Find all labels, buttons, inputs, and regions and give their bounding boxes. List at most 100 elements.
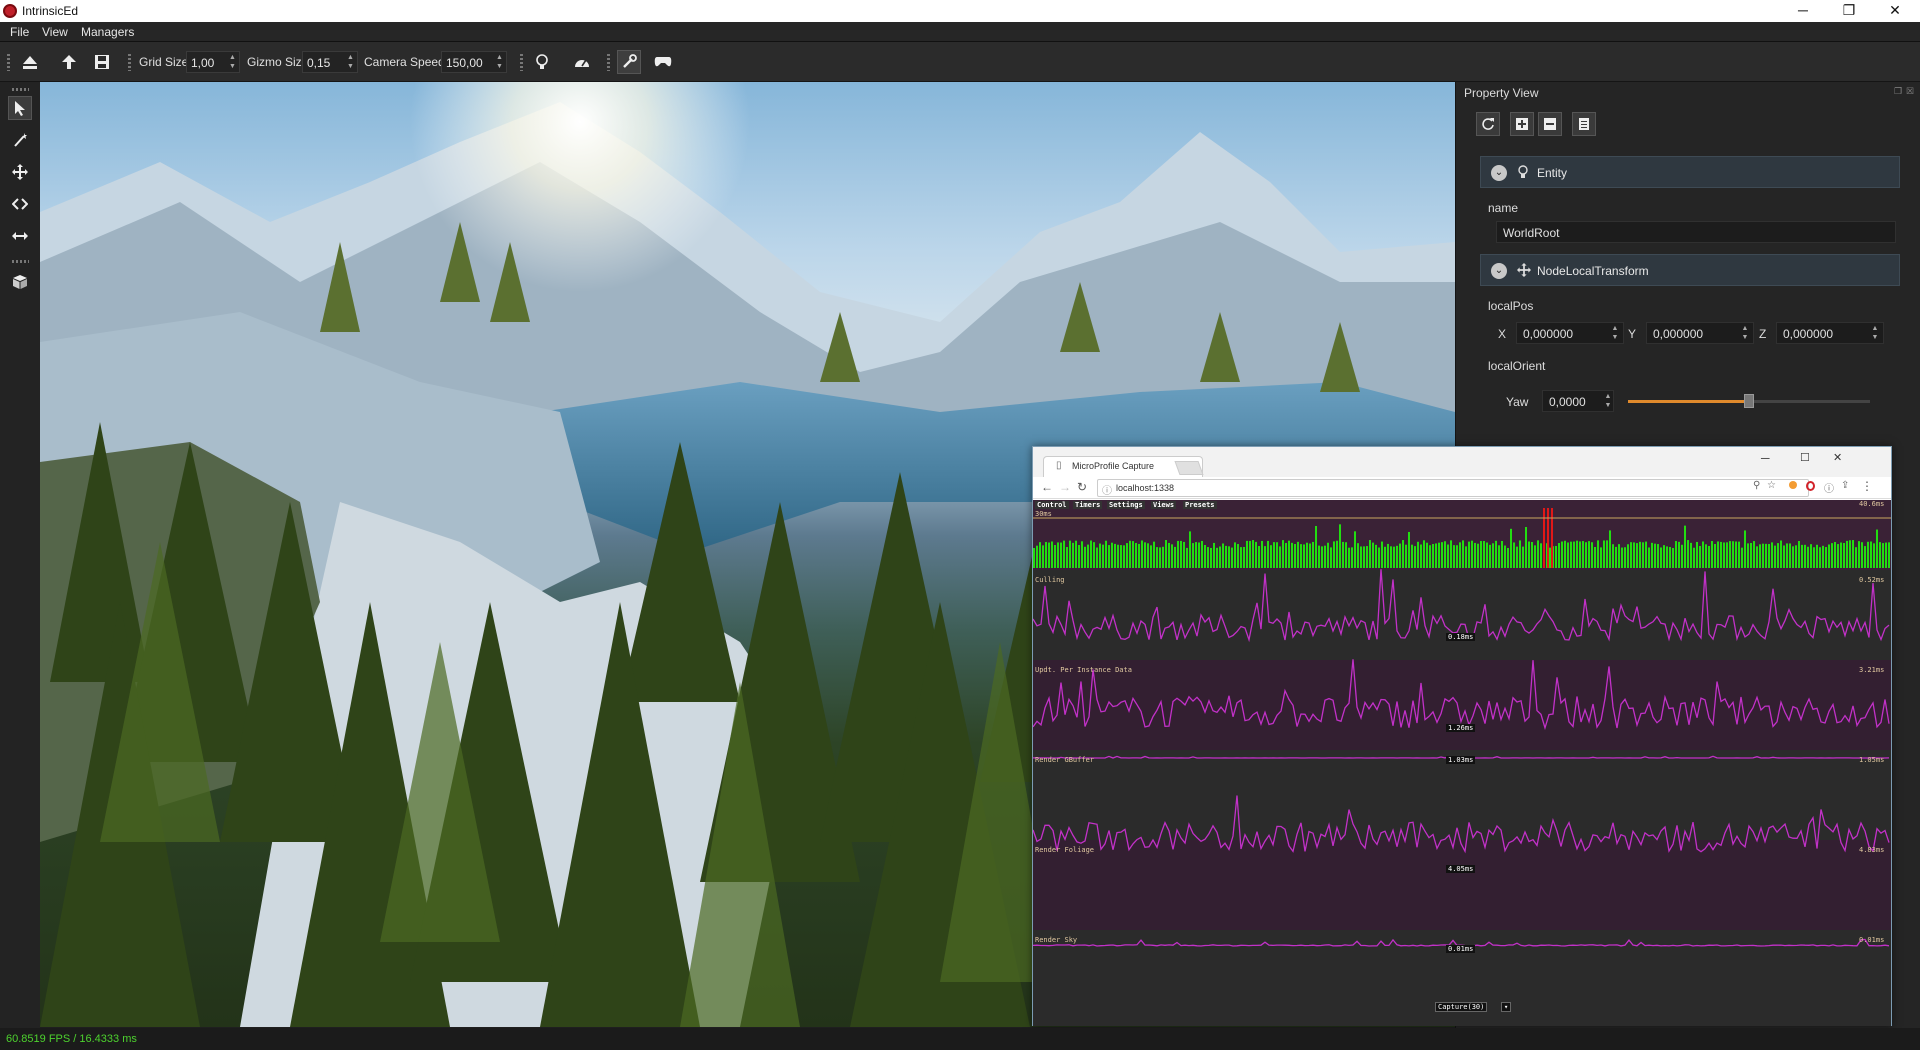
url-text: localhost:1338 <box>1116 483 1175 493</box>
tool-strip-grip[interactable] <box>12 88 29 91</box>
new-tab-button[interactable] <box>1174 461 1204 475</box>
camera-speed-spinbox[interactable]: 150,00 ▲ ▼ <box>441 51 507 73</box>
refresh-button[interactable] <box>1476 112 1500 136</box>
yaw-slider-handle[interactable] <box>1744 394 1754 408</box>
toolbar-grip[interactable] <box>7 54 10 71</box>
remove-button[interactable] <box>1538 112 1562 136</box>
code-icon[interactable] <box>8 192 32 216</box>
z-label: Z <box>1759 327 1767 341</box>
yaw-slider[interactable] <box>1628 394 1870 408</box>
opera-icon[interactable] <box>1806 481 1815 491</box>
track-max: 3.21ms <box>1859 666 1885 674</box>
restore-button[interactable]: ❐ <box>1826 0 1872 22</box>
back-icon[interactable]: ← <box>1041 480 1053 494</box>
extension-icon[interactable] <box>1789 481 1797 489</box>
local-pos-x-field[interactable]: 0,000000 <box>1516 322 1624 344</box>
app-logo-icon <box>3 4 17 18</box>
menu-bar: File View Managers <box>0 22 1920 42</box>
track-max: 4.83ms <box>1859 846 1885 854</box>
minimize-button[interactable]: ─ <box>1780 0 1826 22</box>
spin-arrows-icon[interactable]: ▲ ▼ <box>1740 324 1750 342</box>
lightbulb-icon[interactable] <box>530 50 554 74</box>
name-label: name <box>1488 201 1519 215</box>
share-icon[interactable]: ⇪ <box>1841 480 1849 491</box>
forward-icon[interactable]: → <box>1059 480 1071 494</box>
close-browser-icon[interactable]: ✕ <box>1833 451 1842 464</box>
document-icon <box>1579 118 1589 130</box>
info-icon: ⓘ <box>1102 486 1112 497</box>
name-field[interactable]: WorldRoot <box>1496 221 1896 243</box>
star-icon[interactable]: ☆ <box>1767 480 1776 491</box>
minimize-browser-icon[interactable]: ─ <box>1761 451 1770 465</box>
undock-icon[interactable]: ❐ <box>1894 86 1902 97</box>
move-icon[interactable] <box>8 160 32 184</box>
speedometer-icon[interactable] <box>570 50 594 74</box>
browser-tab-strip: ▯ MicroProfile Capture ✕ ─ ☐ ✕ <box>1033 447 1891 477</box>
track-max: 1.05ms <box>1859 756 1885 764</box>
document-button[interactable] <box>1572 112 1596 136</box>
chevron-down-icon[interactable]: ⌄ <box>1491 263 1507 279</box>
toolbar-grip[interactable] <box>520 54 523 71</box>
local-pos-z-field[interactable]: 0,000000 <box>1776 322 1884 344</box>
select-icon[interactable] <box>8 96 32 120</box>
window-title: IntrinsicEd <box>22 4 79 18</box>
minus-icon <box>1544 118 1556 130</box>
spin-arrows-icon[interactable]: ▲ ▼ <box>345 53 356 71</box>
yaw-label: Yaw <box>1506 395 1529 409</box>
add-button[interactable] <box>1510 112 1534 136</box>
track-name: Render Sky <box>1035 936 1078 944</box>
capture-dropdown-icon[interactable]: ▾ <box>1501 1002 1512 1012</box>
spin-arrows-icon[interactable]: ▲ ▼ <box>1610 324 1620 342</box>
grid-size-value: 1,00 <box>191 56 215 70</box>
gamepad-icon[interactable] <box>651 50 675 74</box>
chevron-down-icon[interactable]: ⌄ <box>1491 165 1507 181</box>
menu-managers[interactable]: Managers <box>81 25 134 39</box>
zoom-icon[interactable]: ⚲ <box>1753 480 1760 491</box>
spin-arrows-icon[interactable]: ▲ ▼ <box>1870 324 1880 342</box>
toolbar-grip[interactable] <box>607 54 610 71</box>
browser-window: ▯ MicroProfile Capture ✕ ─ ☐ ✕ ← → ↻ ⓘ l… <box>1032 446 1892 1026</box>
url-field[interactable]: ⓘ localhost:1338 <box>1097 479 1809 497</box>
wrench-icon[interactable] <box>617 50 641 74</box>
spin-arrows-icon[interactable]: ▲ ▼ <box>1603 392 1613 410</box>
camera-speed-value: 150,00 <box>446 56 483 70</box>
track-name: Updt. Per Instance Data <box>1035 666 1132 674</box>
info-circle-icon[interactable]: ⓘ <box>1824 480 1834 495</box>
menu-view[interactable]: View <box>42 25 68 39</box>
reload-icon[interactable]: ↻ <box>1077 480 1087 494</box>
lightbulb-icon <box>1517 165 1529 182</box>
entity-section-header[interactable]: ⌄ Entity <box>1480 156 1900 188</box>
track-name: Render Foliage <box>1035 846 1095 854</box>
microprofile-view[interactable]: Control Timers Settings Views Presets 30… <box>1033 500 1891 1026</box>
yaw-slider-fill <box>1628 400 1749 403</box>
toolbar-grip[interactable] <box>128 54 131 71</box>
browser-address-bar: ← → ↻ ⓘ localhost:1338 ⚲ ☆ ⓘ ⇪ ⋮ <box>1033 477 1891 499</box>
more-options-icon[interactable]: ⋮ <box>1861 479 1873 493</box>
track-name: Culling <box>1035 576 1065 584</box>
gizmo-size-value: 0,15 <box>307 56 331 70</box>
capture-button[interactable]: Capture(30) <box>1435 1002 1488 1012</box>
local-pos-y-field[interactable]: 0,000000 <box>1646 322 1754 344</box>
gizmo-size-spinbox[interactable]: 0,15 ▲ ▼ <box>302 51 358 73</box>
local-pos-x-value: 0,000000 <box>1523 327 1574 341</box>
save-icon[interactable] <box>90 50 114 74</box>
spin-arrows-icon[interactable]: ▲ ▼ <box>227 53 238 71</box>
close-button[interactable]: ✕ <box>1872 0 1918 22</box>
grid-size-label: Grid Size <box>139 55 189 69</box>
upload-icon[interactable] <box>57 50 81 74</box>
grid-size-spinbox[interactable]: 1,00 ▲ ▼ <box>186 51 240 73</box>
y-label: Y <box>1628 327 1637 341</box>
page-icon: ▯ <box>1056 460 1062 471</box>
spin-arrows-icon[interactable]: ▲ ▼ <box>494 53 505 71</box>
close-panel-icon[interactable]: ☒ <box>1906 86 1914 97</box>
panel-title: Property View <box>1464 86 1539 100</box>
menu-file[interactable]: File <box>10 25 29 39</box>
maximize-browser-icon[interactable]: ☐ <box>1800 451 1810 464</box>
resize-icon[interactable] <box>8 224 32 248</box>
tool-strip-grip[interactable] <box>12 260 29 263</box>
transform-section-header[interactable]: ⌄ NodeLocalTransform <box>1480 254 1900 286</box>
plus-icon <box>1516 118 1528 130</box>
wand-icon[interactable] <box>8 128 32 152</box>
eject-icon[interactable] <box>18 50 42 74</box>
cube-icon[interactable] <box>8 270 32 294</box>
